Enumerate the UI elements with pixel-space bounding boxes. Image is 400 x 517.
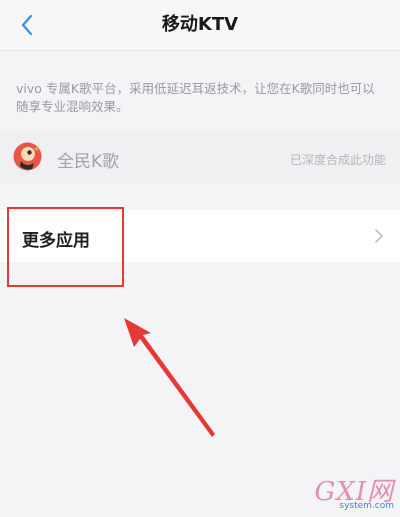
top-bar: 移动KTV — [0, 0, 400, 51]
page-title: 移动KTV — [161, 14, 239, 35]
kge-app-icon — [13, 142, 42, 171]
app-name: 全民K歌 — [57, 152, 120, 172]
watermark: GXI网 system.com — [298, 471, 394, 511]
highlight-annotation-box — [7, 207, 124, 287]
ktv-description: vivo 专属K歌平台，采用低延迟耳返技术，让您在K歌同时也可以随享专业混响效果… — [16, 81, 375, 114]
back-button[interactable] — [12, 10, 42, 40]
chevron-left-icon — [21, 14, 33, 36]
app-status: 已深度合成此功能 — [289, 153, 386, 167]
watermark-domain: system.com — [339, 501, 394, 511]
chevron-right-icon — [375, 229, 383, 243]
